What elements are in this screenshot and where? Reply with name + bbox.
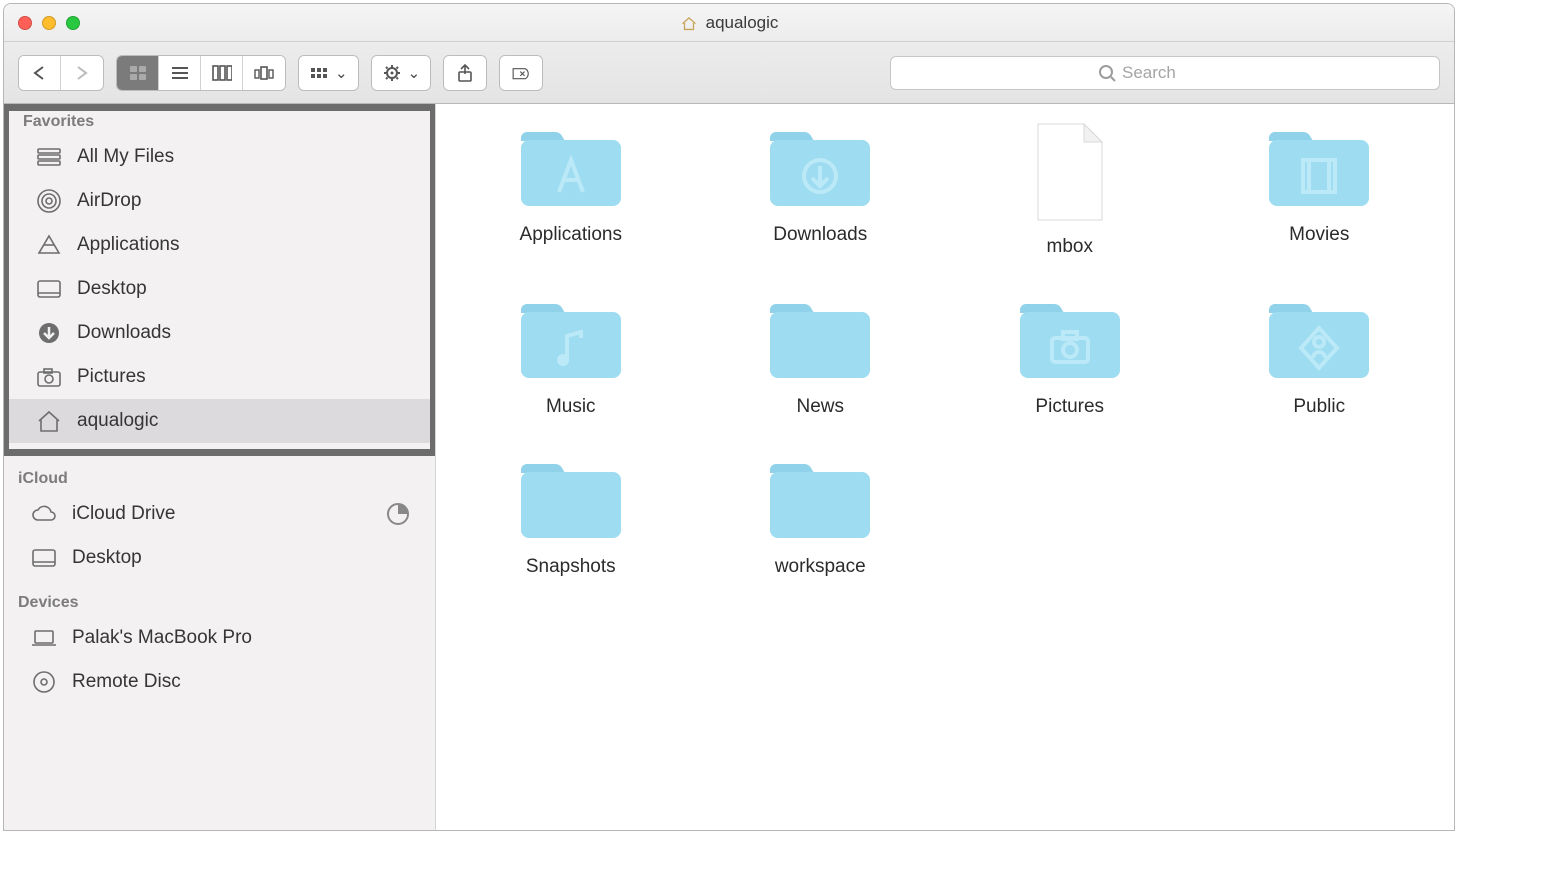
sidebar-item-remote-disc[interactable]: Remote Disc: [4, 660, 435, 704]
forward-button[interactable]: [61, 56, 103, 90]
document-icon: [1030, 122, 1110, 222]
stack-icon: [35, 145, 63, 169]
back-button[interactable]: [19, 56, 61, 90]
sidebar-item-macbook[interactable]: Palak's MacBook Pro: [4, 616, 435, 660]
zoom-icon[interactable]: [66, 16, 80, 30]
file-label: Applications: [520, 224, 622, 246]
file-item[interactable]: Snapshots: [456, 454, 686, 578]
sidebar-item-label: Desktop: [77, 278, 147, 300]
sidebar-item-label: Palak's MacBook Pro: [72, 627, 252, 649]
sidebar-item-downloads[interactable]: Downloads: [9, 311, 430, 355]
desktop-icon: [35, 277, 63, 301]
file-label: Snapshots: [526, 556, 616, 578]
nav-buttons: [18, 55, 104, 91]
file-label: workspace: [775, 556, 866, 578]
folder-icon: [1263, 294, 1375, 382]
view-switch: [116, 55, 286, 91]
toolbar: ⌄ ⌄: [4, 42, 1454, 104]
finder-window: aqualogic ⌄ ⌄: [3, 3, 1455, 831]
cover-view-button[interactable]: [243, 56, 285, 90]
sidebar-item-pictures[interactable]: Pictures: [9, 355, 430, 399]
folder-icon: [1263, 122, 1375, 210]
laptop-icon: [30, 626, 58, 650]
file-item[interactable]: News: [706, 294, 936, 418]
file-label: Music: [546, 396, 596, 418]
file-item[interactable]: Movies: [1205, 122, 1435, 258]
sidebar-item-icloud-drive[interactable]: iCloud Drive: [4, 492, 435, 536]
folder-icon: [764, 294, 876, 382]
icloud-header: iCloud: [4, 456, 435, 492]
cloud-icon: [30, 502, 58, 526]
file-item[interactable]: Applications: [456, 122, 686, 258]
favorites-highlight: Favorites All My Files AirDrop Applicati…: [4, 104, 436, 456]
sidebar-item-label: Downloads: [77, 322, 171, 344]
column-view-button[interactable]: [201, 56, 243, 90]
devices-header: Devices: [4, 580, 435, 616]
applications-icon: [35, 233, 63, 257]
sidebar: Favorites All My Files AirDrop Applicati…: [4, 104, 436, 830]
folder-icon: [764, 454, 876, 542]
file-item[interactable]: workspace: [706, 454, 936, 578]
sidebar-item-aqualogic[interactable]: aqualogic: [9, 399, 430, 443]
file-label: mbox: [1047, 236, 1093, 258]
desktop-icon: [30, 546, 58, 570]
favorites-header: Favorites: [9, 111, 430, 135]
tags-button-group: [499, 55, 543, 91]
sidebar-item-all-my-files[interactable]: All My Files: [9, 135, 430, 179]
file-item[interactable]: Public: [1205, 294, 1435, 418]
icon-view-button[interactable]: [117, 56, 159, 90]
list-view-button[interactable]: [159, 56, 201, 90]
camera-icon: [35, 365, 63, 389]
folder-icon: [1014, 294, 1126, 382]
sidebar-item-label: Desktop: [72, 547, 142, 569]
file-item[interactable]: mbox: [955, 122, 1185, 258]
file-label: Downloads: [773, 224, 867, 246]
sidebar-item-label: aqualogic: [77, 410, 158, 432]
file-label: Movies: [1289, 224, 1349, 246]
sidebar-item-label: Remote Disc: [72, 671, 181, 693]
action-button[interactable]: ⌄: [372, 56, 431, 90]
tags-button[interactable]: [500, 56, 542, 90]
sidebar-item-label: Pictures: [77, 366, 146, 388]
sidebar-item-desktop[interactable]: Desktop: [9, 267, 430, 311]
file-item[interactable]: Pictures: [955, 294, 1185, 418]
folder-icon: [764, 122, 876, 210]
file-label: Pictures: [1035, 396, 1104, 418]
arrange-button[interactable]: ⌄: [299, 56, 358, 90]
traffic-lights: [18, 16, 80, 30]
file-item[interactable]: Music: [456, 294, 686, 418]
sidebar-item-airdrop[interactable]: AirDrop: [9, 179, 430, 223]
content-area: Applications Downloads mbox Movies Music…: [436, 104, 1454, 830]
minimize-icon[interactable]: [42, 16, 56, 30]
sidebar-item-label: AirDrop: [77, 190, 141, 212]
search-input[interactable]: [1122, 63, 1232, 83]
downloads-icon: [35, 321, 63, 345]
folder-icon: [515, 122, 627, 210]
sidebar-item-applications[interactable]: Applications: [9, 223, 430, 267]
arrange-button-group: ⌄: [298, 55, 359, 91]
share-button[interactable]: [444, 56, 486, 90]
action-button-group: ⌄: [371, 55, 432, 91]
sidebar-item-label: All My Files: [77, 146, 174, 168]
file-label: News: [796, 396, 844, 418]
search-field[interactable]: [890, 56, 1440, 90]
airdrop-icon: [35, 189, 63, 213]
quota-indicator-icon: [387, 503, 409, 525]
home-icon: [680, 14, 698, 32]
folder-icon: [515, 454, 627, 542]
window-title: aqualogic: [706, 13, 779, 33]
search-icon: [1098, 64, 1116, 82]
share-button-group: [443, 55, 487, 91]
folder-icon: [515, 294, 627, 382]
sidebar-item-icloud-desktop[interactable]: Desktop: [4, 536, 435, 580]
titlebar: aqualogic: [4, 4, 1454, 42]
sidebar-item-label: iCloud Drive: [72, 503, 175, 525]
file-label: Public: [1293, 396, 1345, 418]
home-icon: [35, 409, 63, 433]
sidebar-item-label: Applications: [77, 234, 179, 256]
disc-icon: [30, 670, 58, 694]
file-item[interactable]: Downloads: [706, 122, 936, 258]
close-icon[interactable]: [18, 16, 32, 30]
